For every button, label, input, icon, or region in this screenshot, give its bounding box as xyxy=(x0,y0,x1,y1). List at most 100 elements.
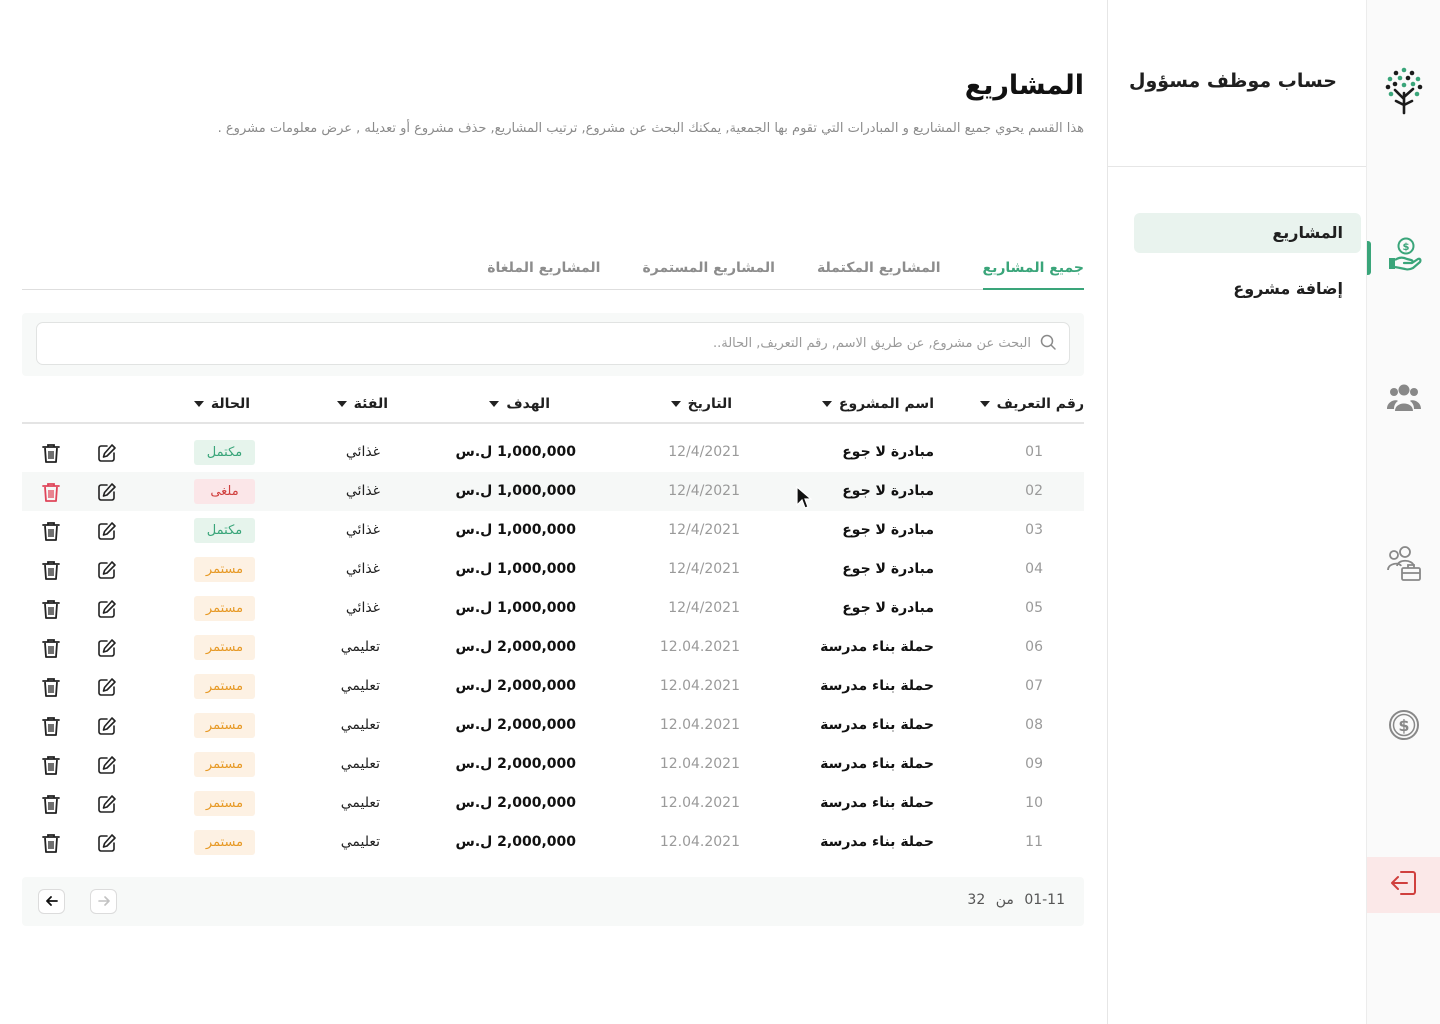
header-category[interactable]: الفئة xyxy=(336,396,388,412)
cell-goal: 2,000,000 ل.س xyxy=(455,678,577,694)
delete-button[interactable] xyxy=(42,589,60,628)
edit-button[interactable] xyxy=(97,433,117,472)
header-goal[interactable]: الهدف xyxy=(489,396,550,412)
main-content: المشاريع هذا القسم يحوي جميع المشاريع و … xyxy=(22,0,1084,1024)
table-row[interactable]: 03 مبادرة لا جوع 12/4/2021 1,000,000 ل.س غذا… xyxy=(22,511,1084,550)
delete-button[interactable] xyxy=(42,472,60,511)
sidebar-item-projects[interactable]: المشاريع xyxy=(1134,213,1361,253)
cell-date: 12.04.2021 xyxy=(659,717,740,733)
table-row[interactable]: 07 حملة بناء مدرسة 12.04.2021 2,000,000 ل.س… xyxy=(22,667,1084,706)
table-row[interactable]: 04 مبادرة لا جوع 12/4/2021 1,000,000 ل.س غذا… xyxy=(22,550,1084,589)
previous-page-button[interactable] xyxy=(38,889,65,914)
trash-icon xyxy=(42,521,60,541)
edit-button[interactable] xyxy=(97,511,117,550)
table-row[interactable]: 02 مبادرة لا جوع 12/4/2021 1,000,000 ل.س غذا… xyxy=(22,472,1084,511)
sort-caret-icon xyxy=(670,401,681,407)
sort-caret-icon xyxy=(821,401,832,407)
tab-ongoing-projects[interactable]: المشاريع المستمرة xyxy=(642,256,774,290)
delete-button[interactable] xyxy=(42,745,60,784)
edit-button[interactable] xyxy=(97,784,117,823)
logout-button[interactable] xyxy=(1367,857,1440,913)
delete-button[interactable] xyxy=(42,784,60,823)
sort-caret-icon xyxy=(336,401,347,407)
header-status-label: الحالة xyxy=(210,396,250,412)
trash-icon xyxy=(42,482,60,502)
edit-button[interactable] xyxy=(97,823,117,862)
table-row[interactable]: 08 حملة بناء مدرسة 12.04.2021 2,000,000 ل.س… xyxy=(22,706,1084,745)
delete-button[interactable] xyxy=(42,667,60,706)
search-input[interactable] xyxy=(37,336,1031,351)
cell-status: مستمر xyxy=(194,706,255,745)
edit-icon xyxy=(97,482,117,502)
header-name[interactable]: اسم المشروع xyxy=(821,396,934,412)
table-row[interactable]: 10 حملة بناء مدرسة 12.04.2021 2,000,000 ل.س… xyxy=(22,784,1084,823)
cell-name: حملة بناء مدرسة xyxy=(820,795,934,811)
edit-button[interactable] xyxy=(97,589,117,628)
sidebar-header: حساب موظف مسؤول xyxy=(1108,0,1366,167)
table-row[interactable]: 06 حملة بناء مدرسة 12.04.2021 2,000,000 ل.س… xyxy=(22,628,1084,667)
header-id[interactable]: رقم التعريف xyxy=(979,396,1084,412)
account-title: حساب موظف مسؤول xyxy=(1129,70,1337,92)
delete-button[interactable] xyxy=(42,433,60,472)
cell-goal: 1,000,000 ل.س xyxy=(455,483,577,499)
rail-item-projects[interactable]: $ xyxy=(1367,228,1440,284)
delete-button[interactable] xyxy=(42,511,60,550)
cell-category: غذائي xyxy=(345,522,380,538)
cell-date: 12/4/2021 xyxy=(668,561,740,577)
rail-item-staff[interactable] xyxy=(1367,537,1440,593)
sidebar-nav: المشاريع إضافة مشروع xyxy=(1108,167,1366,309)
table-row[interactable]: 09 حملة بناء مدرسة 12.04.2021 2,000,000 ل.س… xyxy=(22,745,1084,784)
edit-icon xyxy=(97,443,117,463)
tab-completed-projects[interactable]: المشاريع المكتملة xyxy=(817,256,941,290)
edit-button[interactable] xyxy=(97,745,117,784)
cell-date: 12/4/2021 xyxy=(668,600,740,616)
tree-logo-icon[interactable] xyxy=(1381,64,1427,116)
delete-button[interactable] xyxy=(42,628,60,667)
trash-icon xyxy=(42,716,60,736)
pagination-of-label: من xyxy=(995,892,1014,908)
edit-button[interactable] xyxy=(97,628,117,667)
edit-icon xyxy=(97,755,117,775)
tab-cancelled-projects[interactable]: المشاريع الملغاة xyxy=(487,256,600,290)
cell-status: مكتمل xyxy=(194,511,255,550)
table-row[interactable]: 11 حملة بناء مدرسة 12.04.2021 2,000,000 ل.س… xyxy=(22,823,1084,862)
status-badge: مستمر xyxy=(194,595,255,621)
cell-category: تعليمي xyxy=(340,795,380,811)
trash-icon xyxy=(42,443,60,463)
cell-id: 05 xyxy=(1025,600,1043,616)
edit-icon xyxy=(97,677,117,697)
cell-name: حملة بناء مدرسة xyxy=(820,756,934,772)
edit-button[interactable] xyxy=(97,472,117,511)
cell-date: 12/4/2021 xyxy=(668,522,740,538)
trash-icon xyxy=(42,833,60,853)
next-page-button[interactable] xyxy=(90,889,117,914)
header-date[interactable]: التاريخ xyxy=(670,396,732,412)
cell-id: 06 xyxy=(1025,639,1043,655)
cell-goal: 1,000,000 ل.س xyxy=(455,444,577,460)
header-goal-label: الهدف xyxy=(506,396,550,412)
rail-item-finance[interactable]: $ xyxy=(1367,699,1440,755)
tab-all-projects[interactable]: جميع المشاريع xyxy=(982,256,1084,290)
cell-name: حملة بناء مدرسة xyxy=(820,834,934,850)
sidebar-item-add-project[interactable]: إضافة مشروع xyxy=(1134,269,1361,309)
header-category-label: الفئة xyxy=(353,396,388,412)
delete-button[interactable] xyxy=(42,706,60,745)
logout-icon xyxy=(1389,868,1419,902)
trash-icon xyxy=(42,794,60,814)
cell-name: مبادرة لا جوع xyxy=(842,444,934,460)
svg-text:$: $ xyxy=(1398,716,1409,735)
header-id-label: رقم التعريف xyxy=(996,396,1084,412)
cell-name: حملة بناء مدرسة xyxy=(820,639,934,655)
delete-button[interactable] xyxy=(42,550,60,589)
edit-button[interactable] xyxy=(97,667,117,706)
edit-button[interactable] xyxy=(97,706,117,745)
rail-item-members[interactable] xyxy=(1367,371,1440,427)
table-row[interactable]: 05 مبادرة لا جوع 12/4/2021 1,000,000 ل.س غذا… xyxy=(22,589,1084,628)
cell-goal: 1,000,000 ل.س xyxy=(455,600,577,616)
edit-button[interactable] xyxy=(97,550,117,589)
delete-button[interactable] xyxy=(42,823,60,862)
header-status[interactable]: الحالة xyxy=(193,396,250,412)
edit-icon xyxy=(97,560,117,580)
pagination-total: 32 xyxy=(967,892,986,908)
table-row[interactable]: 01 مبادرة لا جوع 12/4/2021 1,000,000 ل.س غذا… xyxy=(22,433,1084,472)
